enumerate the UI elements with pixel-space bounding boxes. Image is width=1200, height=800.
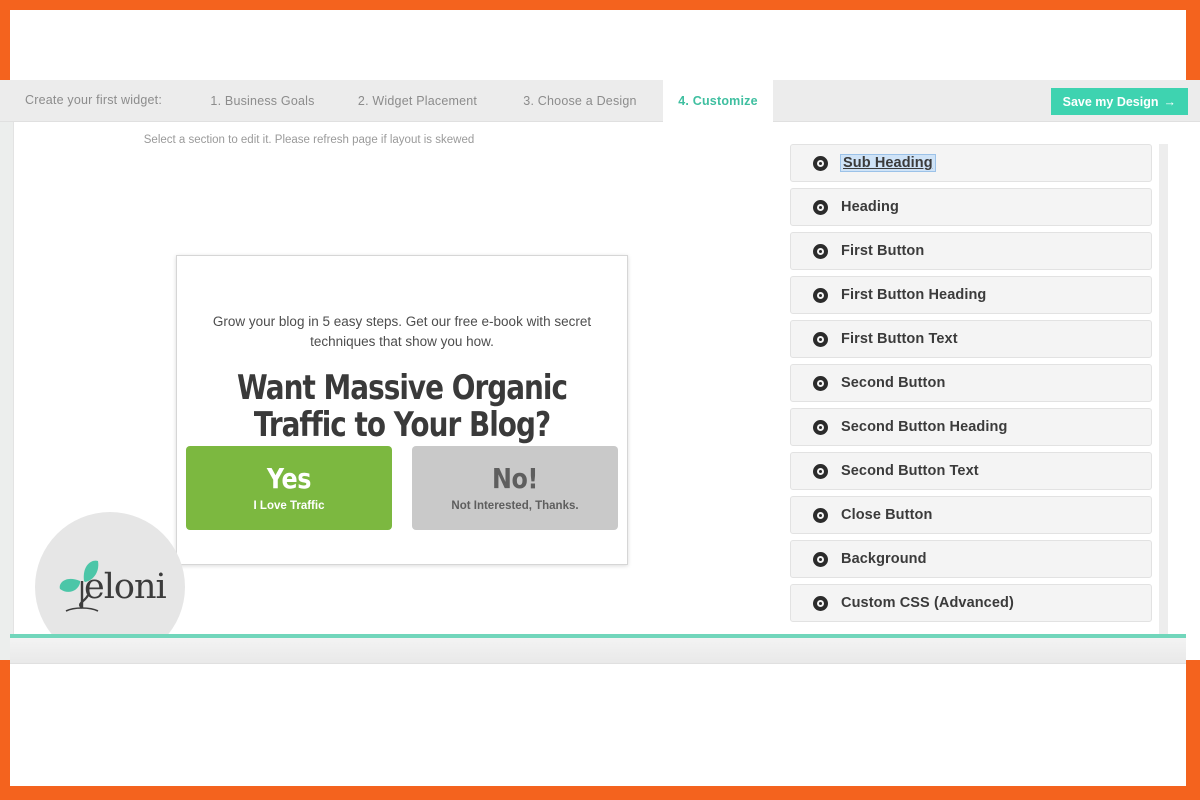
option-label: Heading — [841, 199, 899, 215]
option-label: First Button Text — [841, 331, 958, 347]
target-dot-icon — [813, 375, 828, 391]
option-label: Close Button — [841, 507, 933, 523]
option-background[interactable]: Background — [790, 540, 1152, 578]
option-second-button[interactable]: Second Button — [790, 364, 1152, 402]
option-label: Second Button Heading — [841, 419, 1008, 435]
tab-widget-placement[interactable]: 2. Widget Placement — [340, 80, 495, 122]
tab-label: 1. Business Goals — [210, 94, 315, 108]
widget-preview-column: Select a section to edit it. Please refr… — [14, 122, 784, 662]
option-label: Second Button — [841, 375, 946, 391]
logo-wordmark: eloni — [84, 567, 167, 607]
option-second-button-text[interactable]: Second Button Text — [790, 452, 1152, 490]
widget-preview-card[interactable]: Grow your blog in 5 easy steps. Get our … — [176, 255, 628, 565]
save-my-design-button[interactable]: Save my Design → — [1050, 88, 1188, 115]
target-dot-icon — [813, 287, 828, 303]
option-first-button-heading[interactable]: First Button Heading — [790, 276, 1152, 314]
target-dot-icon — [813, 507, 828, 523]
option-second-button-heading[interactable]: Second Button Heading — [790, 408, 1152, 446]
footer-strip — [10, 638, 1186, 664]
customize-options-panel: Sub Heading Heading First Button First B… — [790, 144, 1168, 660]
option-first-button-text[interactable]: First Button Text — [790, 320, 1152, 358]
tab-business-goals[interactable]: 1. Business Goals — [195, 80, 330, 122]
wizard-tab-bar: Create your first widget: 1. Business Go… — [0, 80, 1200, 122]
option-heading[interactable]: Heading — [790, 188, 1152, 226]
logo-artwork: eloni — [46, 555, 174, 619]
target-dot-icon — [813, 155, 828, 171]
options-scrollbar[interactable] — [1159, 144, 1168, 660]
arrow-right-icon: → — [1163, 94, 1177, 109]
option-label: Sub Heading — [840, 154, 936, 172]
tab-label: 3. Choose a Design — [523, 94, 637, 108]
option-close-button[interactable]: Close Button — [790, 496, 1152, 534]
option-label: First Button Heading — [841, 287, 987, 303]
canvas-left-gutter — [0, 122, 14, 660]
tab-label: 4. Customize — [678, 94, 758, 108]
customize-canvas: Select a section to edit it. Please refr… — [0, 122, 1200, 662]
widget-first-button-text: I Love Traffic — [253, 499, 325, 512]
option-custom-css[interactable]: Custom CSS (Advanced) — [790, 584, 1152, 622]
widget-first-button[interactable]: Yes I Love Traffic — [186, 446, 392, 530]
target-dot-icon — [813, 595, 828, 611]
target-dot-icon — [813, 419, 828, 435]
widget-buttons-row: Yes I Love Traffic No! Not Interested, T… — [186, 446, 618, 530]
tab-customize[interactable]: 4. Customize — [663, 80, 773, 122]
widget-sub-heading[interactable]: Grow your blog in 5 easy steps. Get our … — [201, 312, 603, 351]
screenshot-body: Create your first widget: 1. Business Go… — [0, 80, 1200, 662]
tab-choose-a-design[interactable]: 3. Choose a Design — [505, 80, 655, 122]
option-label: Custom CSS (Advanced) — [841, 595, 1014, 611]
tabbar-label: Create your first widget: — [25, 93, 162, 107]
option-label: Second Button Text — [841, 463, 979, 479]
widget-second-button-heading: No! — [492, 461, 538, 495]
target-dot-icon — [813, 199, 828, 215]
target-dot-icon — [813, 463, 828, 479]
option-label: First Button — [841, 243, 925, 259]
option-label: Background — [841, 551, 927, 567]
target-dot-icon — [813, 243, 828, 259]
widget-heading[interactable]: Want Massive Organic Traffic to Your Blo… — [231, 370, 574, 444]
widget-second-button[interactable]: No! Not Interested, Thanks. — [412, 446, 618, 530]
widget-first-button-heading: Yes — [266, 461, 312, 495]
preview-hint-text: Select a section to edit it. Please refr… — [143, 134, 475, 146]
tab-label: 2. Widget Placement — [357, 94, 478, 108]
save-button-label: Save my Design — [1062, 94, 1159, 109]
target-dot-icon — [813, 551, 828, 567]
target-dot-icon — [813, 331, 828, 347]
widget-second-button-text: Not Interested, Thanks. — [451, 499, 579, 512]
option-sub-heading[interactable]: Sub Heading — [790, 144, 1152, 182]
option-first-button[interactable]: First Button — [790, 232, 1152, 270]
